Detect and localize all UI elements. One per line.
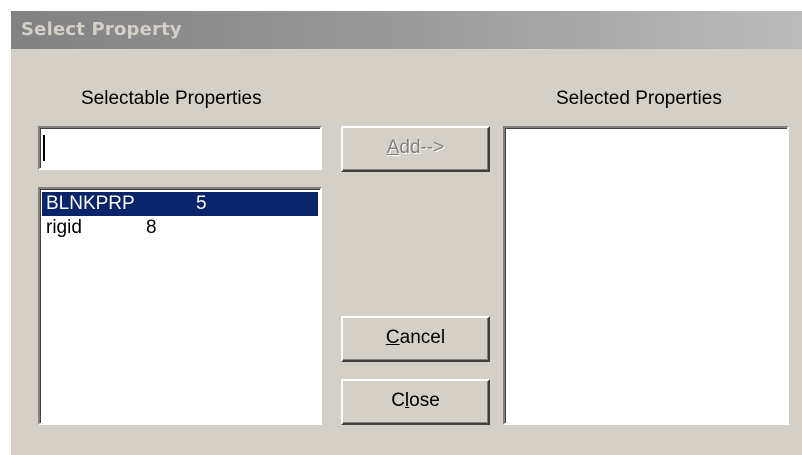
window-title: Select Property	[21, 19, 182, 40]
list-item[interactable]: BLNKPRP 5	[42, 192, 318, 216]
close-button[interactable]: Close	[341, 379, 490, 425]
property-name: BLNKPRP	[46, 193, 135, 214]
add-button[interactable]: Add-->	[341, 126, 490, 172]
property-count: 5	[196, 193, 207, 214]
select-property-dialog: Select Property Selectable Properties Se…	[10, 10, 802, 455]
selected-properties-label: Selected Properties	[556, 88, 722, 109]
property-count: 8	[146, 217, 157, 238]
selected-properties-list[interactable]	[503, 126, 789, 425]
close-button-label-start: C	[391, 390, 405, 411]
selectable-properties-label: Selectable Properties	[81, 88, 262, 109]
cancel-button[interactable]: Cancel	[341, 316, 490, 362]
title-bar[interactable]: Select Property	[11, 11, 802, 49]
text-caret	[43, 135, 45, 161]
property-name: rigid	[46, 217, 82, 238]
add-button-mnemonic: A	[386, 137, 400, 158]
close-button-label-end: ose	[409, 390, 440, 411]
add-button-label: dd-->	[399, 137, 445, 158]
cancel-button-label: ancel	[399, 327, 446, 348]
cancel-button-mnemonic: C	[385, 327, 400, 348]
selectable-properties-list[interactable]: BLNKPRP 5 rigid 8	[38, 187, 322, 425]
property-filter-input[interactable]	[38, 126, 322, 170]
list-item[interactable]: rigid 8	[42, 216, 318, 240]
